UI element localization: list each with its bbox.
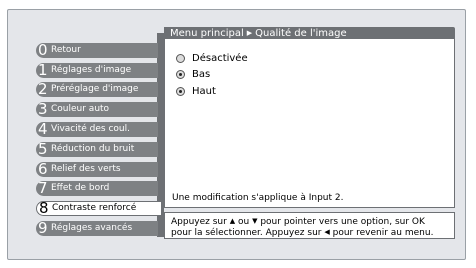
menu-item-number: 5 bbox=[38, 140, 48, 158]
menu-item-vivacite-couleurs[interactable]: 4 Vivacité des coul. bbox=[36, 122, 158, 137]
menu-item-contraste-renforce[interactable]: 8 Contraste renforcé bbox=[36, 201, 161, 216]
chevron-right-icon: ▶ bbox=[246, 29, 253, 37]
menu-item-number: 0 bbox=[38, 41, 48, 59]
help-text-part: pour la sélectionner. Appuyez sur bbox=[171, 228, 322, 238]
radio-unselected-icon bbox=[176, 54, 185, 63]
help-text: Appuyez sur ▲ ou ▼ pour pointer vers une… bbox=[164, 212, 455, 239]
menu-item-number: 1 bbox=[38, 61, 48, 79]
menu-item-prereglage-image[interactable]: 2 Préréglage d'image bbox=[36, 82, 158, 97]
menu-item-number: 3 bbox=[38, 100, 48, 118]
menu-item-number: 2 bbox=[38, 80, 48, 98]
help-text-part: ou bbox=[237, 217, 250, 227]
menu-item-number: 7 bbox=[38, 179, 48, 197]
menu-item-label: Retour bbox=[51, 45, 81, 55]
breadcrumb-current: Qualité de l'image bbox=[255, 28, 347, 39]
menu-item-effet-bord[interactable]: 7 Effet de bord bbox=[36, 181, 158, 196]
menu-item-label: Réglages avancés bbox=[51, 223, 133, 233]
menu-item-label: Relief des verts bbox=[51, 164, 121, 174]
menu-item-label: Effet de bord bbox=[51, 183, 110, 193]
menu-item-label: Couleur auto bbox=[51, 104, 110, 114]
radio-selected-icon bbox=[176, 70, 185, 79]
options-panel: Désactivée Bas Haut Une modification s'a… bbox=[164, 39, 455, 208]
help-text-part: pour pointer vers une option, sur OK bbox=[260, 217, 425, 227]
menu-item-number: 9 bbox=[38, 219, 48, 237]
menu-item-label: Préréglage d'image bbox=[51, 84, 139, 94]
menu-item-couleur-auto[interactable]: 3 Couleur auto bbox=[36, 102, 158, 117]
menu-item-label: Réglages d'image bbox=[51, 65, 132, 75]
arrow-left-icon: ◀ bbox=[324, 228, 330, 236]
breadcrumb-parent: Menu principal bbox=[170, 28, 244, 39]
menu-item-reglages-image[interactable]: 1 Réglages d'image bbox=[36, 63, 158, 78]
arrow-down-icon: ▼ bbox=[252, 217, 258, 225]
menu-item-label: Contraste renforcé bbox=[52, 203, 137, 213]
status-text: Une modification s'applique à Input 2. bbox=[172, 193, 344, 203]
radio-selected-icon bbox=[176, 87, 185, 96]
help-text-part: Appuyez sur bbox=[171, 217, 227, 227]
option-label: Haut bbox=[192, 86, 216, 97]
menu-item-label: Réduction du bruit bbox=[51, 144, 135, 154]
menu-item-reglages-avances[interactable]: 9 Réglages avancés bbox=[36, 221, 158, 236]
menu-item-relief-verts[interactable]: 6 Relief des verts bbox=[36, 162, 158, 177]
help-text-part: pour revenir au menu. bbox=[332, 228, 434, 238]
arrow-up-icon: ▲ bbox=[229, 217, 236, 225]
menu-item-number: 8 bbox=[39, 199, 49, 217]
menu-item-retour[interactable]: 0 Retour bbox=[36, 43, 158, 58]
option-label: Désactivée bbox=[192, 53, 248, 64]
option-label: Bas bbox=[192, 69, 211, 80]
breadcrumb: Menu principal ▶ Qualité de l'image bbox=[164, 27, 455, 39]
menu-item-number: 6 bbox=[38, 160, 48, 178]
menu-item-number: 4 bbox=[38, 120, 48, 138]
menu-item-label: Vivacité des coul. bbox=[51, 124, 130, 134]
menu-item-reduction-bruit[interactable]: 5 Réduction du bruit bbox=[36, 142, 158, 157]
